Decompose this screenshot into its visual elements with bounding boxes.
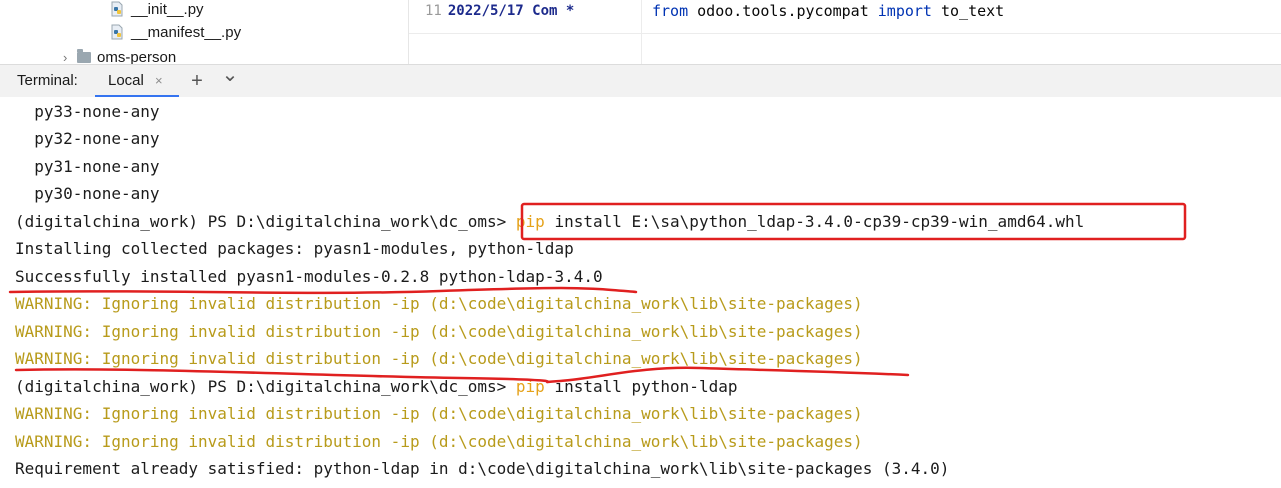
python-file-icon [111, 24, 123, 40]
tree-item-label: __manifest__.py [131, 24, 242, 41]
terminal-line: Requirement already satisfied: python-ld… [15, 459, 950, 478]
tab-local[interactable]: Local × [95, 65, 179, 98]
imported-name: to_text [931, 2, 1005, 20]
shell-prompt: (digitalchina_work) PS D:\digitalchina_w… [15, 212, 516, 231]
command-args: install python-ldap [544, 377, 738, 396]
terminal-line: Installing collected packages: pyasn1-mo… [15, 239, 574, 258]
warning-line: WARNING: Ignoring invalid distribution -… [15, 404, 863, 423]
gutter-line: 11 2022/5/17 Com * [425, 0, 574, 22]
divider [409, 33, 641, 34]
close-icon[interactable]: × [155, 65, 163, 97]
add-terminal-button[interactable]: + [187, 65, 207, 97]
tree-item-label: __init__.py [131, 1, 204, 18]
tab-local-label: Local [108, 72, 144, 89]
terminal-command-line: (digitalchina_work) PS D:\digitalchina_w… [15, 208, 1084, 235]
tree-item-init-py[interactable]: __init__.py [109, 0, 204, 21]
terminal-command-line: (digitalchina_work) PS D:\digitalchina_w… [15, 373, 737, 400]
project-tree: __init__.py __manifest__.py › oms-person [0, 0, 409, 64]
chevron-right-icon[interactable]: › [63, 47, 77, 64]
tree-item-manifest-py[interactable]: __manifest__.py [109, 22, 241, 44]
warning-line: WARNING: Ignoring invalid distribution -… [15, 294, 863, 313]
tree-item-label: oms-person [97, 49, 177, 64]
line-number: 11 [425, 3, 442, 19]
terminal-line: Successfully installed pyasn1-modules-0.… [15, 267, 603, 286]
editor-gutter: 11 2022/5/17 Com * [409, 0, 642, 64]
terminal-title: Terminal: [17, 72, 78, 89]
command-keyword: pip [515, 377, 545, 396]
terminal-line: py31-none-any [15, 157, 160, 176]
terminal-line: py32-none-any [15, 129, 160, 148]
keyword-import: import [877, 2, 932, 20]
shell-prompt: (digitalchina_work) PS D:\digitalchina_w… [15, 377, 516, 396]
python-file-icon [111, 1, 123, 17]
top-region: __init__.py __manifest__.py › oms-person … [0, 0, 1281, 64]
chevron-down-icon[interactable]: ⌄ [220, 59, 240, 91]
warning-line: WARNING: Ignoring invalid distribution -… [15, 432, 863, 451]
terminal-tab-bar: Terminal: Local × + ⌄ [0, 64, 1281, 98]
folder-icon [77, 49, 91, 63]
terminal-output[interactable]: py33-none-any py32-none-any py31-none-an… [0, 97, 1281, 488]
terminal-line: py33-none-any [15, 102, 160, 121]
code-editor[interactable]: from odoo.tools.pycompat import to_text [642, 0, 1281, 64]
divider [642, 33, 1281, 34]
module-path: odoo.tools.pycompat [688, 2, 878, 20]
code-line[interactable]: from odoo.tools.pycompat import to_text [652, 0, 1004, 22]
warning-line: WARNING: Ignoring invalid distribution -… [15, 322, 863, 341]
tree-item-oms-person[interactable]: › oms-person [63, 47, 176, 64]
command-keyword: pip [515, 212, 545, 231]
keyword-from: from [652, 2, 689, 20]
terminal-line: py30-none-any [15, 184, 160, 203]
warning-line: WARNING: Ignoring invalid distribution -… [15, 349, 863, 368]
git-blame-annotation[interactable]: 2022/5/17 Com * [448, 3, 574, 19]
command-args: install E:\sa\python_ldap-3.4.0-cp39-cp3… [544, 212, 1085, 231]
